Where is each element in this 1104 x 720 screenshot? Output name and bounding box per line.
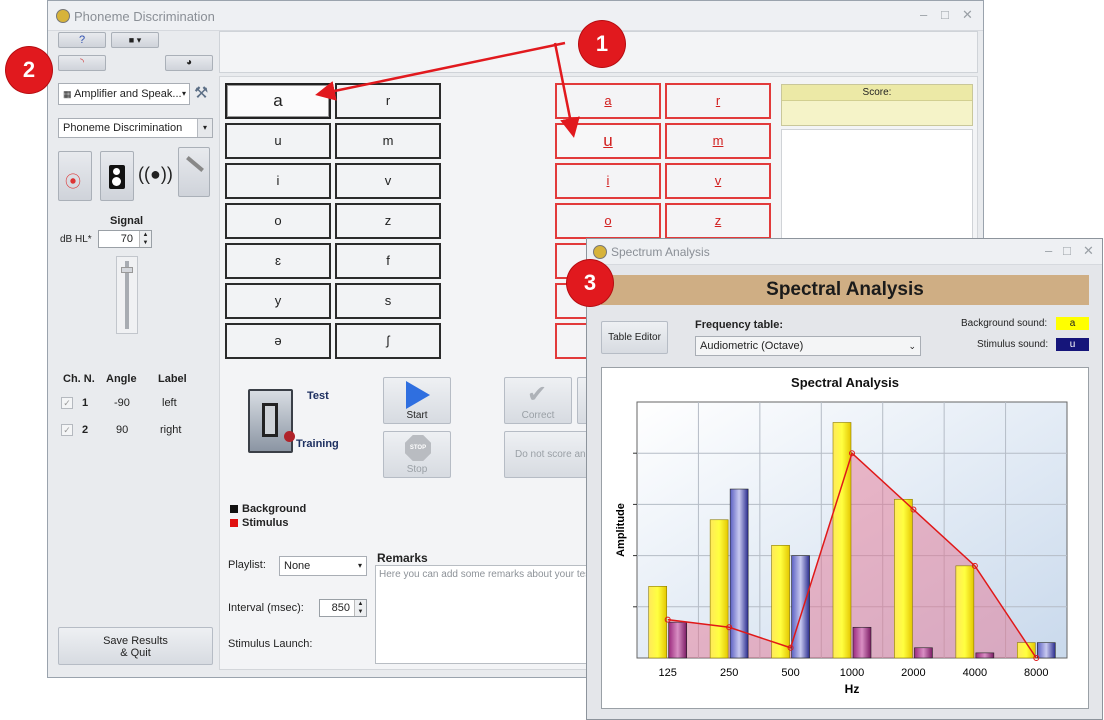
chart-title: Spectral Analysis (791, 375, 899, 390)
bar-stimulus-500 (791, 555, 810, 659)
y-axis-label: Amplitude (615, 503, 627, 557)
bar-background-1000 (832, 422, 852, 659)
marker-2: 2 (6, 47, 52, 93)
spectrum-maximize-icon[interactable]: □ (1063, 243, 1071, 258)
bar-stimulus-4000 (975, 652, 995, 659)
arrow-to-stimulus-u (553, 42, 580, 138)
bar-background-250 (709, 519, 729, 659)
chevron-down-icon: ⌄ (908, 341, 916, 351)
x-axis-label: Hz (845, 682, 860, 696)
x-tick-2000: 2000 (901, 667, 925, 679)
spectrum-window-title: Spectrum Analysis (611, 245, 710, 259)
bar-background-125 (648, 586, 668, 659)
stimulus-sound-swatch: u (1056, 338, 1089, 351)
bar-stimulus-8000 (1036, 642, 1056, 659)
bar-background-500 (771, 545, 790, 659)
x-tick-labels: 125 250 500 1000 2000 4000 8000 (659, 667, 1049, 679)
table-editor-button[interactable]: Table Editor (601, 321, 668, 354)
spectrum-title-bar: Spectrum Analysis – □ ✕ (587, 239, 1102, 265)
bar-background-8000 (1016, 642, 1036, 659)
background-sound-label: Background sound: (961, 318, 1048, 329)
marker-1: 1 (579, 21, 625, 67)
frequency-table-label: Frequency table: (695, 319, 784, 331)
spectrum-app-icon (593, 245, 607, 259)
x-tick-8000: 8000 (1024, 667, 1048, 679)
x-tick-125: 125 (659, 667, 677, 679)
bar-stimulus-2000 (914, 647, 933, 659)
x-tick-500: 500 (781, 667, 799, 679)
spectrum-close-icon[interactable]: ✕ (1083, 243, 1094, 259)
x-tick-4000: 4000 (963, 667, 987, 679)
bar-stimulus-1000 (852, 626, 872, 659)
x-tick-1000: 1000 (840, 667, 864, 679)
frequency-table-select[interactable]: Audiometric (Octave) ⌄ (695, 336, 921, 356)
spectral-analysis-header: Spectral Analysis (601, 275, 1089, 305)
bar-background-2000 (894, 498, 913, 659)
background-sound-swatch: a (1056, 317, 1089, 330)
spectrum-chart-frame: Spectral Analysis 125 250 500 1000 2000 4000 8… (601, 367, 1089, 709)
bar-background-4000 (955, 565, 975, 659)
arrow-to-background-a (315, 41, 566, 101)
frequency-table-value: Audiometric (Octave) (700, 340, 804, 352)
bar-stimulus-125 (668, 621, 688, 659)
stimulus-sound-label: Stimulus sound: (977, 339, 1049, 350)
spectrum-chart: Spectral Analysis 125 250 500 1000 2000 4000 8… (615, 375, 1068, 696)
x-tick-250: 250 (720, 667, 738, 679)
spectrum-minimize-icon[interactable]: – (1045, 243, 1052, 258)
marker-3: 3 (567, 260, 613, 306)
spectrum-window: Spectrum Analysis – □ ✕ Spectral Analysi… (586, 238, 1103, 720)
